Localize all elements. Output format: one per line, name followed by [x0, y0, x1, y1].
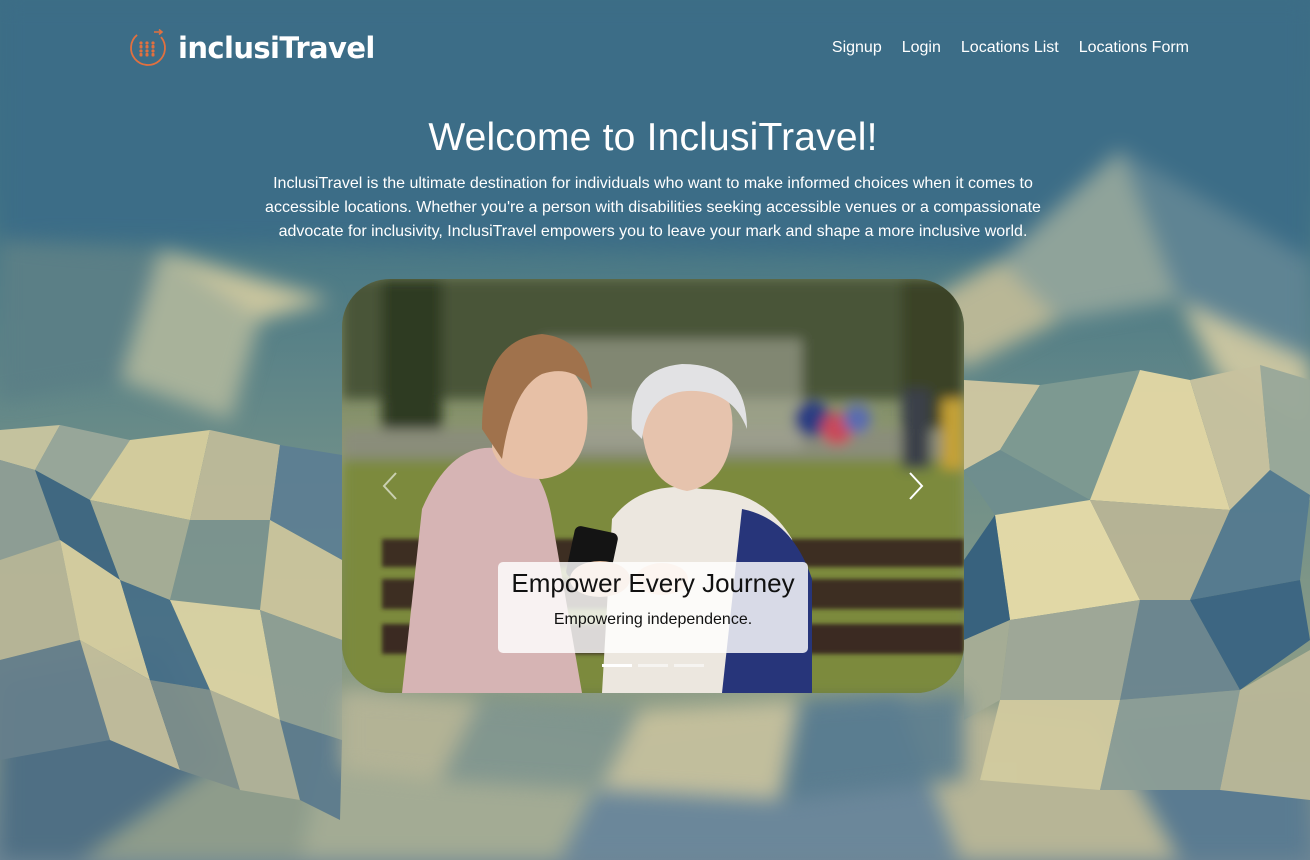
carousel-next-button[interactable]: [896, 464, 936, 508]
carousel-indicator-3[interactable]: [674, 664, 704, 667]
brand-name: inclusiTravel: [178, 30, 375, 65]
nav-link-locations-form[interactable]: Locations Form: [1079, 38, 1189, 57]
brand-logo[interactable]: inclusiTravel: [128, 28, 375, 68]
carousel-prev-button[interactable]: [370, 464, 410, 508]
page-title: Welcome to InclusiTravel!: [428, 116, 878, 159]
carousel-indicator-2[interactable]: [638, 664, 668, 667]
people-plane-logo-icon: [130, 28, 166, 66]
chevron-right-icon: [909, 472, 924, 500]
caption-title: Empower Every Journey: [511, 568, 795, 598]
nav-links: Signup Login Locations List Locations Fo…: [832, 38, 1189, 57]
page-root: inclusiTravel Signup Login Locations Lis…: [0, 0, 1310, 860]
nav-link-locations-list[interactable]: Locations List: [961, 38, 1059, 57]
hero-description: InclusiTravel is the ultimate destinatio…: [265, 175, 1041, 240]
chevron-left-icon: [382, 472, 397, 500]
navbar: inclusiTravel Signup Login Locations Lis…: [0, 0, 1310, 95]
nav-link-login[interactable]: Login: [902, 38, 941, 57]
nav-link-signup[interactable]: Signup: [832, 38, 882, 57]
carousel-indicator-1[interactable]: [602, 664, 632, 667]
carousel-indicators: [602, 664, 704, 667]
caption-text: Empowering independence.: [553, 611, 753, 628]
image-carousel: Empower Every Journey Empowering indepen…: [342, 279, 964, 693]
carousel-caption: Empower Every Journey Empowering indepen…: [498, 562, 808, 653]
